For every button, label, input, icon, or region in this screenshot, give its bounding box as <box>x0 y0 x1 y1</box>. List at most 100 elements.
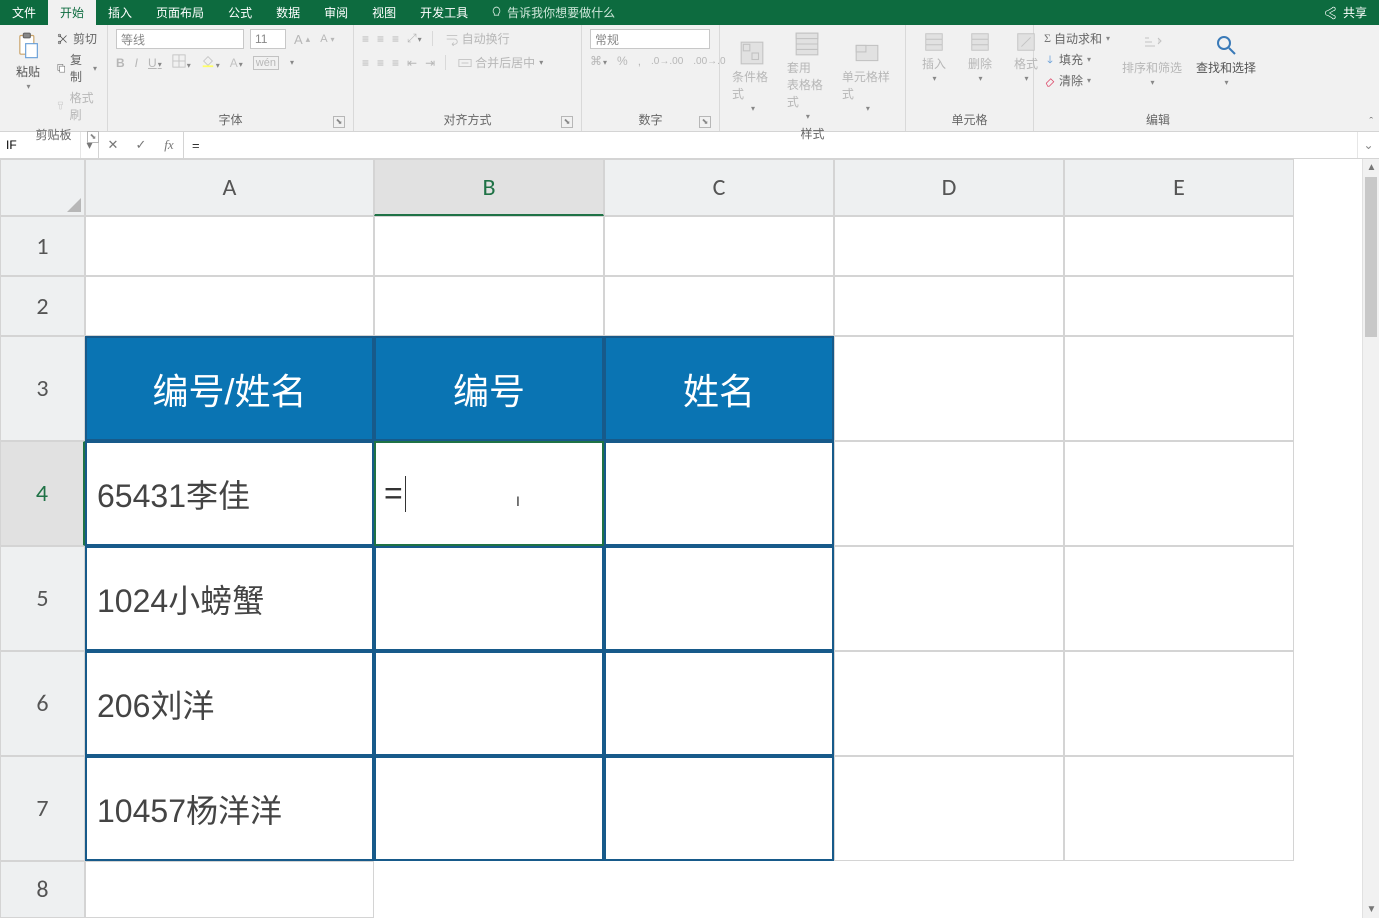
cell-E1[interactable] <box>1064 216 1294 276</box>
format-as-table-button[interactable]: 套用 表格格式▾ <box>783 29 832 123</box>
cell-C4[interactable] <box>604 441 834 546</box>
scrollbar-thumb[interactable] <box>1365 177 1377 337</box>
insert-function-button[interactable]: fx <box>155 132 183 158</box>
scroll-up-button[interactable]: ▲ <box>1363 159 1379 176</box>
accounting-button[interactable]: ⌘▾ <box>590 54 607 68</box>
tab-developer[interactable]: 开发工具 <box>408 0 480 25</box>
cell-A5[interactable]: 1024小螃蟹 <box>85 546 374 651</box>
cell-A8[interactable] <box>85 861 374 918</box>
number-format-box[interactable] <box>590 29 710 49</box>
cell-D6[interactable] <box>834 651 1064 756</box>
cell-E5[interactable] <box>1064 546 1294 651</box>
cell-B3[interactable]: 编号 <box>374 336 604 441</box>
increase-indent-button[interactable]: ⇥ <box>425 56 435 70</box>
cell-A3[interactable]: 编号/姓名 <box>85 336 374 441</box>
tab-insert[interactable]: 插入 <box>96 0 144 25</box>
cell-B6[interactable] <box>374 651 604 756</box>
collapse-ribbon-button[interactable]: ˆ <box>1369 116 1373 128</box>
format-painter-button[interactable]: 格式刷 <box>54 88 99 124</box>
cut-button[interactable]: 剪切 <box>54 29 99 48</box>
autosum-button[interactable]: Σ自动求和▾ <box>1042 29 1112 48</box>
fill-button[interactable]: 填充▾ <box>1042 50 1112 69</box>
find-select-button[interactable]: 查找和选择▾ <box>1192 31 1260 89</box>
tab-review[interactable]: 审阅 <box>312 0 360 25</box>
scroll-down-button[interactable]: ▼ <box>1363 901 1379 918</box>
wrap-text-button[interactable]: 自动换行 <box>443 29 512 48</box>
increase-font-button[interactable]: A▴ <box>292 31 312 48</box>
underline-button[interactable]: U▾ <box>148 56 162 70</box>
col-header-E[interactable]: E <box>1064 159 1294 216</box>
vertical-scrollbar[interactable]: ▲ ▼ <box>1362 159 1379 918</box>
font-size-box[interactable] <box>250 29 286 49</box>
row-header-6[interactable]: 6 <box>0 651 85 756</box>
orientation-button[interactable]: ⤢▾ <box>407 31 422 46</box>
cell-B4[interactable]: = I <box>374 441 604 546</box>
paste-button[interactable]: 粘贴 ▾ <box>8 29 48 93</box>
comma-button[interactable]: , <box>638 54 641 68</box>
row-header-1[interactable]: 1 <box>0 216 85 276</box>
conditional-format-button[interactable]: 条件格式▾ <box>728 38 777 115</box>
delete-cells-button[interactable]: 删除▾ <box>960 29 1000 85</box>
cell-C5[interactable] <box>604 546 834 651</box>
cell-C2[interactable] <box>604 276 834 336</box>
col-header-A[interactable]: A <box>85 159 374 216</box>
expand-formula-bar-button[interactable]: ⌄ <box>1357 132 1379 158</box>
cell-A6[interactable]: 206刘洋 <box>85 651 374 756</box>
col-header-C[interactable]: C <box>604 159 834 216</box>
align-left-button[interactable]: ≡ <box>362 56 369 70</box>
cell-A1[interactable] <box>85 216 374 276</box>
cell-E6[interactable] <box>1064 651 1294 756</box>
cell-C1[interactable] <box>604 216 834 276</box>
cell-styles-button[interactable]: 单元格样式▾ <box>838 38 897 115</box>
tab-home[interactable]: 开始 <box>48 0 96 25</box>
dialog-launcher-icon[interactable]: ⬊ <box>699 116 711 128</box>
row-header-3[interactable]: 3 <box>0 336 85 441</box>
font-color-button[interactable]: A▾ <box>230 56 243 70</box>
align-bottom-button[interactable]: ≡ <box>392 32 399 46</box>
insert-cells-button[interactable]: 插入▾ <box>914 29 954 85</box>
increase-decimal-button[interactable]: .0→.00 <box>651 56 683 67</box>
merge-center-button[interactable]: 合并后居中▾ <box>456 53 545 72</box>
tab-file[interactable]: 文件 <box>0 0 48 25</box>
accept-formula-button[interactable]: ✓ <box>127 132 155 158</box>
italic-button[interactable]: I <box>135 56 138 70</box>
cell-A4[interactable]: 65431李佳 <box>85 441 374 546</box>
cell-E4[interactable] <box>1064 441 1294 546</box>
dialog-launcher-icon[interactable]: ⬊ <box>333 116 345 128</box>
row-header-2[interactable]: 2 <box>0 276 85 336</box>
tab-page-layout[interactable]: 页面布局 <box>144 0 216 25</box>
row-header-4[interactable]: 4 <box>0 441 85 546</box>
cell-A7[interactable]: 10457杨洋洋 <box>85 756 374 861</box>
align-center-button[interactable]: ≡ <box>377 56 384 70</box>
cell-E2[interactable] <box>1064 276 1294 336</box>
cell-D5[interactable] <box>834 546 1064 651</box>
cell-C7[interactable] <box>604 756 834 861</box>
row-header-5[interactable]: 5 <box>0 546 85 651</box>
cell-B2[interactable] <box>374 276 604 336</box>
phonetic-button[interactable]: wén <box>253 56 279 70</box>
row-header-7[interactable]: 7 <box>0 756 85 861</box>
cell-B7[interactable] <box>374 756 604 861</box>
dialog-launcher-icon[interactable]: ⬊ <box>561 116 573 128</box>
cell-D3[interactable] <box>834 336 1064 441</box>
clear-button[interactable]: 清除▾ <box>1042 71 1112 90</box>
cell-D4[interactable] <box>834 441 1064 546</box>
border-button[interactable]: ▾ <box>172 54 191 71</box>
cell-C6[interactable] <box>604 651 834 756</box>
cell-B5[interactable] <box>374 546 604 651</box>
cell-E3[interactable] <box>1064 336 1294 441</box>
tab-data[interactable]: 数据 <box>264 0 312 25</box>
align-middle-button[interactable]: ≡ <box>377 32 384 46</box>
bold-button[interactable]: B <box>116 56 125 70</box>
cell-C3[interactable]: 姓名 <box>604 336 834 441</box>
cell-E7[interactable] <box>1064 756 1294 861</box>
tab-view[interactable]: 视图 <box>360 0 408 25</box>
tell-me[interactable]: 告诉我你想要做什么 <box>480 0 615 25</box>
decrease-indent-button[interactable]: ⇤ <box>407 56 417 70</box>
align-right-button[interactable]: ≡ <box>392 56 399 70</box>
cell-B1[interactable] <box>374 216 604 276</box>
row-header-8[interactable]: 8 <box>0 861 85 918</box>
font-name-box[interactable] <box>116 29 244 49</box>
decrease-font-button[interactable]: A▾ <box>318 32 336 46</box>
cell-D1[interactable] <box>834 216 1064 276</box>
